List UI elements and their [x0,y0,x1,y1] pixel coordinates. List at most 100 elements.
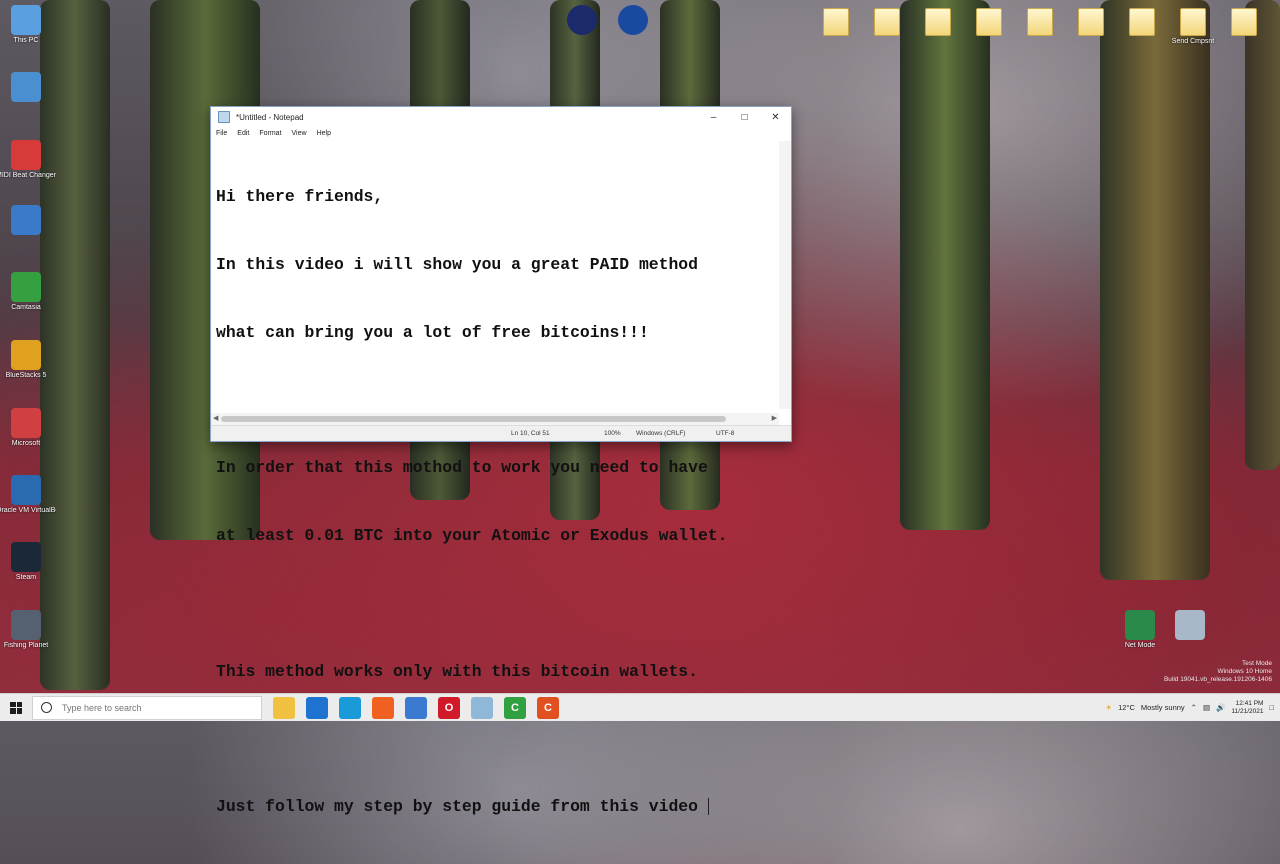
shortcut-label: MIDI Beat Changer [0,172,56,179]
text-line: This method works only with this bitcoin… [216,661,698,681]
desktop-shortcut[interactable] [603,5,663,37]
volume-icon[interactable]: 🔊 [1216,703,1225,712]
windows-logo-icon [10,701,22,714]
menu-format[interactable]: Format [259,130,281,137]
minimize-button[interactable]: – [698,107,729,127]
temperature[interactable]: 12°C [1118,703,1135,712]
app-icon [11,5,41,35]
shortcut-label: BlueStacks 5 [5,372,47,379]
clock-time: 12:41 PM [1235,699,1264,707]
recorder-taskbar-icon[interactable]: C [537,696,559,719]
menu-help[interactable]: Help [317,130,331,137]
desktop-shortcut[interactable]: Camtasia [0,272,56,312]
app-icon [618,5,648,35]
horizontal-scrollbar[interactable]: ◀ ▶ [211,413,779,425]
search-input[interactable] [60,701,244,714]
desktop-shortcut[interactable] [1160,610,1220,642]
desktop-shortcut[interactable]: Fishing Planet [0,610,56,650]
edge-taskbar-icon[interactable] [339,696,361,719]
app-icon [11,542,41,572]
taskbar-search[interactable] [32,695,262,720]
desktop-shortcut[interactable]: This PC [0,5,56,45]
text-line [216,593,777,616]
folder-label: Send Cmpsnt [1171,38,1215,45]
text-line: at least 0.01 BTC into your Atomic or Ex… [216,526,728,546]
text-line [216,390,777,413]
search-icon [41,702,52,713]
scroll-left-arrow-icon[interactable]: ◀ [213,414,218,422]
cursor-position: Ln 10, Col 51 [511,430,550,437]
notepad-taskbar-icon[interactable] [471,696,493,719]
text-line: In this video i will show you a great PA… [216,254,698,274]
menu-file[interactable]: File [216,130,227,137]
folder-icon [1231,8,1257,36]
menu-view[interactable]: View [292,130,307,137]
system-tray: ☀ 12°C Mostly sunny ⌃ ▤ 🔊 12:41 PM 11/21… [1105,694,1280,721]
folder-icon [823,8,849,36]
zoom-level: 100% [604,430,621,437]
window-title: *Untitled - Notepad [236,112,304,122]
close-button[interactable]: ✕ [760,107,791,127]
folder-icon [1078,8,1104,36]
folder-icon [1027,8,1053,36]
app-icon [11,72,41,102]
text-caret [707,798,709,816]
store-taskbar-icon[interactable] [405,696,427,719]
firefox-taskbar-icon[interactable] [372,696,394,719]
text-line [216,728,777,751]
file-explorer-taskbar-icon[interactable] [273,696,295,719]
app-icon [11,272,41,302]
notepad-window[interactable]: *Untitled - Notepad – □ ✕ File Edit Form… [210,106,792,816]
opera-taskbar-icon[interactable]: O [438,696,460,719]
desktop-shortcut[interactable]: Steam [0,542,56,582]
text-line: In order that this mothod to work you ne… [216,458,708,478]
app-icon [11,610,41,640]
text-line: Just follow my step by step guide from t… [216,797,708,817]
start-button[interactable] [0,694,32,721]
text-line: what can bring you a lot of free bitcoin… [216,322,649,342]
shortcut-label: This PC [13,37,39,44]
recycle-bin-icon [1175,610,1205,640]
weather-icon[interactable]: ☀ [1105,703,1112,712]
pinned-apps: O CC [262,696,559,719]
scroll-right-arrow-icon[interactable]: ▶ [772,414,777,422]
text-line-last: Just follow my step by step guide from t… [216,796,777,819]
vertical-scrollbar[interactable] [779,141,791,409]
network-icon[interactable]: ▤ [1203,703,1210,712]
text-line: Hi there friends, [216,187,384,207]
app-icon [1125,610,1155,640]
watermark-line: Test Mode [1242,660,1272,667]
watermark-line: Windows 10 Home [1217,668,1272,675]
folder-icon [1180,8,1206,36]
chevron-up-icon[interactable]: ⌃ [1191,703,1197,712]
browser-blue-taskbar-icon[interactable] [306,696,328,719]
encoding: UTF-8 [716,430,735,437]
menu-edit[interactable]: Edit [237,130,249,137]
desktop-shortcut[interactable]: MIDI Beat Changer [0,140,56,180]
status-bar: Ln 10, Col 51 100% Windows (CRLF) UTF-8 [211,425,791,441]
shortcut-label: Steam [15,574,37,581]
camtasia-taskbar-icon[interactable]: C [504,696,526,719]
desktop-shortcut[interactable]: Microsoft [0,408,56,448]
notifications-icon[interactable]: □ [1269,703,1274,712]
menu-bar: File Edit Format View Help [211,127,791,140]
desktop-shortcut[interactable] [0,72,56,104]
maximize-button[interactable]: □ [729,107,760,127]
desktop-shortcut[interactable]: Oracle VM VirtualBox [0,475,56,515]
text-editor[interactable]: Hi there friends, In this video i will s… [216,141,777,816]
weather-text[interactable]: Mostly sunny [1141,703,1185,712]
folder-icon [1129,8,1155,36]
shortcut-label: Camtasia [11,304,41,311]
desktop-shortcut[interactable] [0,205,56,237]
title-bar[interactable]: *Untitled - Notepad – □ ✕ [211,107,791,127]
app-icon [11,340,41,370]
app-icon [11,205,41,235]
app-icon [11,475,41,505]
desktop-folder[interactable] [1214,8,1274,38]
app-icon [11,140,41,170]
clock[interactable]: 12:41 PM 11/21/2021 [1231,700,1263,716]
shortcut-label: Net Mode [1124,642,1156,649]
folder-icon [976,8,1002,36]
scroll-thumb[interactable] [221,416,726,422]
desktop-shortcut[interactable]: BlueStacks 5 [0,340,56,380]
